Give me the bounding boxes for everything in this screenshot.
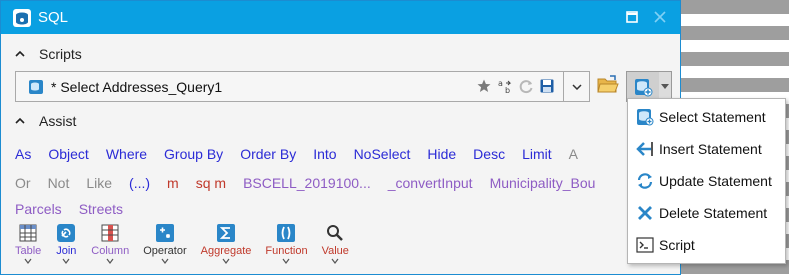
keyword-item[interactable]: Like [86,175,112,191]
value-tool-label: Value [321,245,349,257]
keywords-row-2: Or Not Like (...) m sq m BSCELL_2019100... _con… [15,175,595,191]
keyword-item[interactable]: Where [106,146,147,162]
table-tool[interactable]: Table [15,222,41,264]
titlebar[interactable]: SQL [1,1,680,34]
keyword-item[interactable]: m [167,175,179,191]
keyword-item[interactable]: Order By [240,146,296,162]
keyword-item[interactable]: Municipality_Bou [490,175,596,191]
chevron-down-icon [106,258,114,264]
column-icon [101,224,119,242]
chevron-down-icon [161,258,169,264]
menu-item-update-statement[interactable]: Update Statement [628,165,785,197]
sql-window: SQL Scripts * Select Addresses_Query1 a … [0,0,681,275]
chevron-down-icon [222,258,230,264]
keyword-item[interactable]: (...) [129,175,150,191]
script-dropdown-button[interactable] [563,72,589,101]
keyword-item[interactable]: Not [48,175,70,191]
menu-item-script[interactable]: Script [628,229,785,261]
chevron-down-icon [62,258,70,264]
assist-label: Assist [39,113,77,129]
keyword-item[interactable]: Or [15,175,31,191]
function-tool[interactable]: Function [265,222,308,264]
collapse-caret-icon [15,117,25,124]
window-title: SQL [38,9,69,26]
open-folder-icon[interactable] [597,75,619,95]
join-tool-label: Join [56,245,77,257]
close-icon[interactable] [652,9,668,25]
keyword-item[interactable]: As [15,146,31,162]
menu-item-label: Select Statement [659,109,766,125]
keyword-item[interactable]: Group By [164,146,223,162]
save-icon[interactable] [539,78,555,94]
menu-item-select-statement[interactable]: Select Statement [628,101,785,133]
chevron-down-icon [571,83,582,90]
database-app-icon [13,8,31,27]
menu-item-delete-statement[interactable]: Delete Statement [628,197,785,229]
function-icon [277,224,296,242]
scripts-section-header[interactable]: Scripts [15,44,82,64]
keyword-item[interactable]: sq m [196,175,226,191]
function-tool-label: Function [265,245,308,257]
menu-item-insert-statement[interactable]: Insert Statement [628,133,785,165]
keyword-item[interactable]: Limit [522,146,552,162]
menu-item-label: Insert Statement [659,141,762,157]
svg-text:b: b [505,86,510,94]
keyword-item[interactable]: Object [48,146,88,162]
delete-statement-icon [638,206,652,220]
aggregate-tool[interactable]: Aggregate [200,222,252,264]
scripts-label: Scripts [39,46,82,62]
svg-text:a: a [498,79,503,88]
menu-item-label: Update Statement [659,173,772,189]
join-tool[interactable]: Join [55,222,77,264]
chevron-down-icon [331,258,339,264]
collapse-caret-icon [15,50,25,57]
operator-tool[interactable]: Operator [143,222,187,264]
table-icon [19,224,37,242]
keyword-item[interactable]: Desc [473,146,505,162]
operator-icon [155,224,174,242]
menu-item-label: Script [659,237,695,253]
keyword-item[interactable]: BSCELL_2019100... [243,175,371,191]
table-tool-label: Table [15,245,42,257]
insert-statement-icon [636,142,653,156]
sql-document-icon [29,79,43,94]
rename-icon[interactable]: a b [497,78,513,94]
keyword-item[interactable]: A [569,146,578,162]
join-icon [57,224,76,242]
chevron-down-icon [283,258,290,264]
current-script-name: * Select Addresses_Query1 [51,78,223,95]
aggregate-tool-label: Aggregate [200,245,252,257]
select-statement-icon [637,109,654,126]
keyword-item[interactable]: Parcels [15,201,62,217]
value-tool[interactable]: Value [322,222,349,264]
update-statement-icon [637,173,653,189]
keywords-row-3: Parcels Streets [15,201,123,217]
chevron-down-icon [24,258,32,264]
keyword-item[interactable]: Into [313,146,336,162]
maximize-icon[interactable] [624,9,640,25]
script-selector[interactable]: * Select Addresses_Query1 a b [15,71,590,102]
operator-tool-label: Operator [143,245,187,257]
column-tool-label: Column [91,245,130,257]
value-icon [327,225,344,241]
assist-section-header[interactable]: Assist [15,111,76,131]
new-database-script-icon [635,78,653,96]
keyword-item[interactable]: Hide [427,146,456,162]
keyword-item[interactable]: Streets [79,201,123,217]
script-icon [636,237,654,253]
new-statement-dropdown-arrow[interactable] [659,72,671,101]
refresh-icon[interactable] [518,78,534,94]
column-tool[interactable]: Column [91,222,129,264]
caret-down-icon [661,84,670,89]
menu-item-label: Delete Statement [659,205,768,221]
star-icon[interactable] [476,78,492,94]
keyword-item[interactable]: _convertInput [388,175,473,191]
keywords-row-1: As Object Where Group By Order By Into NoSelec… [15,146,578,162]
keyword-item[interactable]: NoSelect [354,146,411,162]
new-statement-menu: Select Statement Insert Statement Update… [627,98,786,264]
aggregate-icon [217,224,235,242]
new-statement-button[interactable] [627,72,660,101]
assist-toolbar: Table Join Column Operator Aggregate Fun… [15,222,363,264]
